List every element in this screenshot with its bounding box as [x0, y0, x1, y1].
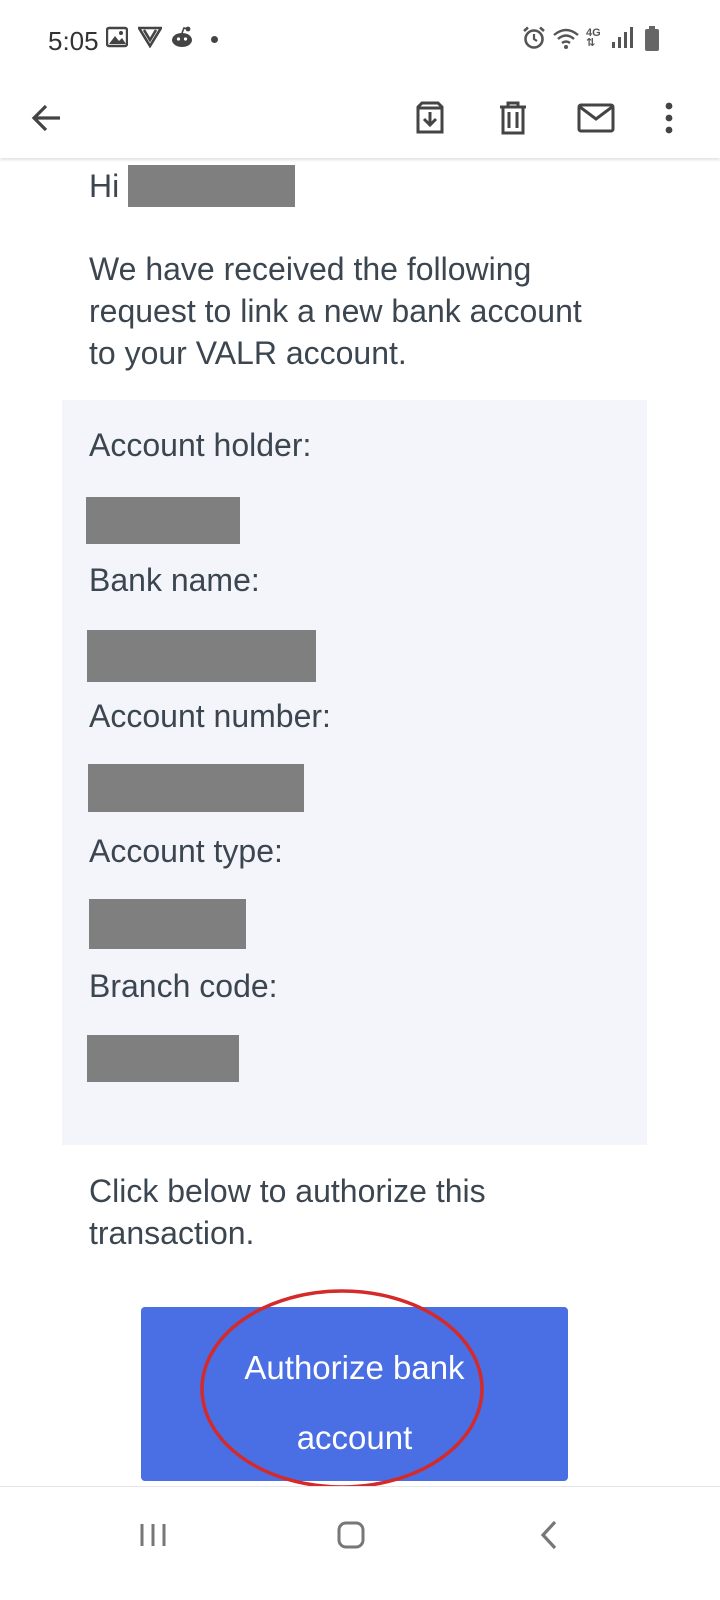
bank-name-label: Bank name:: [89, 562, 260, 598]
gallery-icon: [105, 26, 129, 53]
account-number-label: Account number:: [89, 698, 331, 734]
redacted-account-type: [89, 899, 246, 949]
redacted-account-holder: [86, 497, 240, 544]
redacted-bank-name: [87, 630, 316, 682]
network-label: 4G: [586, 27, 601, 39]
reddit-icon: [170, 26, 194, 53]
mark-unread-icon: [577, 103, 615, 133]
authorize-button-label: Authorize bank account: [244, 1349, 465, 1456]
outro-text: Click below to authorize this transactio…: [89, 1173, 486, 1251]
battery-icon: [644, 26, 660, 57]
more-options-button[interactable]: [641, 90, 697, 146]
status-bar: 5:05 4G ⇅: [0, 0, 720, 80]
branch-code-label: Branch code:: [89, 968, 278, 1004]
delete-button[interactable]: [485, 90, 541, 146]
4g-icon: 4G ⇅: [586, 27, 601, 49]
bank-details-panel: Account holder: Bank name: Account numbe…: [62, 400, 647, 1145]
redacted-account-number: [88, 764, 304, 812]
recents-icon: [140, 1524, 166, 1546]
vpn-icon: [136, 26, 164, 53]
account-type-label: Account type:: [89, 833, 283, 869]
status-time: 5:05: [48, 26, 99, 56]
delete-icon: [500, 101, 526, 135]
archive-icon: [416, 101, 444, 134]
notification-dot: [211, 36, 218, 43]
home-icon: [337, 1521, 365, 1549]
recents-button[interactable]: [113, 1505, 193, 1565]
nav-back-button[interactable]: [509, 1505, 589, 1565]
alarm-icon: [522, 26, 546, 55]
mark-unread-button[interactable]: [568, 90, 624, 146]
back-button[interactable]: [19, 90, 75, 146]
wifi-icon: [552, 26, 580, 55]
system-nav-bar: [0, 1486, 720, 1600]
home-button[interactable]: [311, 1505, 391, 1565]
greeting: Hi: [89, 168, 120, 204]
archive-button[interactable]: [402, 90, 458, 146]
intro-text: We have received the following request t…: [89, 251, 582, 371]
account-holder-label: Account holder:: [89, 427, 312, 463]
signal-icon: [610, 26, 634, 55]
email-toolbar: [0, 80, 720, 158]
redacted-name: [128, 165, 295, 207]
more-options-icon: [665, 102, 673, 134]
nav-back-icon: [540, 1520, 557, 1550]
redacted-branch-code: [87, 1035, 239, 1082]
back-arrow-icon: [31, 104, 60, 132]
authorize-bank-account-button[interactable]: Authorize bank account: [141, 1307, 568, 1481]
